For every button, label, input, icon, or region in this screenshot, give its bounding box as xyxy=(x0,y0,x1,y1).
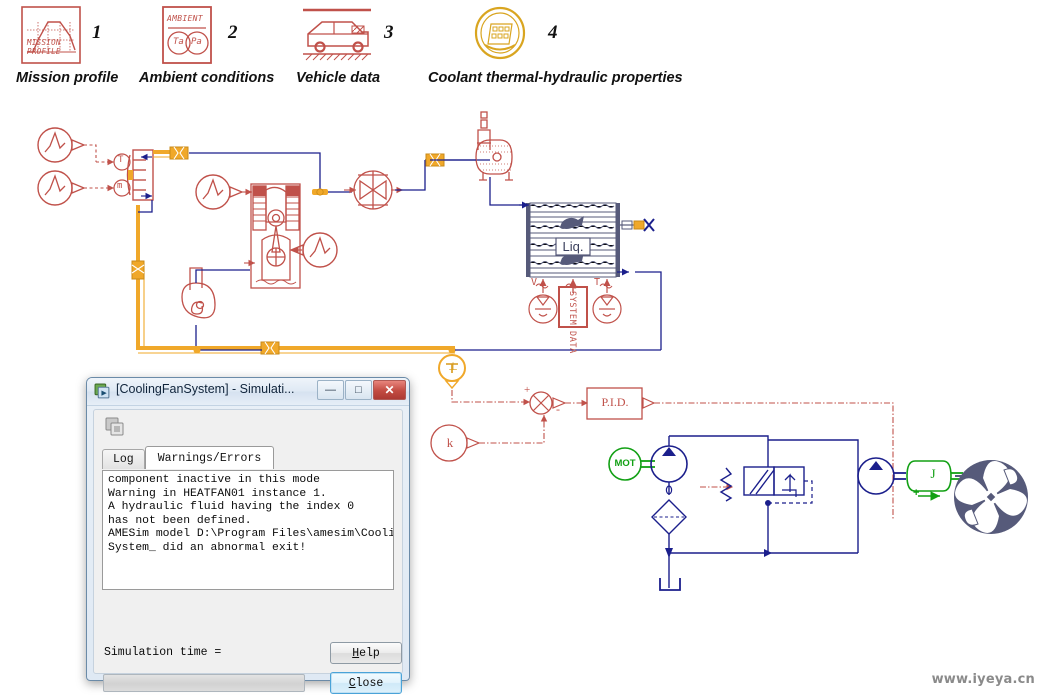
cooling-fan-icon xyxy=(954,460,1028,534)
air-temperature-label: T xyxy=(594,277,601,288)
coolant-properties-icon xyxy=(474,6,526,60)
coolant-pipe-bottom xyxy=(138,346,455,354)
sum-minus-label: - xyxy=(556,402,560,416)
pipe-fitting-bottom xyxy=(260,341,280,355)
port-temperature-label: T xyxy=(118,155,124,165)
electric-motor-label: MOT xyxy=(614,458,636,469)
window-controls[interactable]: — □ ✕ xyxy=(317,380,406,400)
help-button-accel: H xyxy=(352,646,360,660)
signal-source-engine-2 xyxy=(289,232,338,268)
hydraulic-tank-icon xyxy=(659,553,681,591)
help-button-suffix: elp xyxy=(359,646,380,660)
inertia-label: J xyxy=(930,466,936,481)
system-data-line2: DATA xyxy=(567,331,577,354)
port-massflow-label: m xyxy=(117,181,123,191)
legend-number-1: 1 xyxy=(92,22,102,43)
legend-label-1: Mission profile xyxy=(16,70,119,86)
amesim-app-icon xyxy=(94,383,110,399)
log-output-box[interactable]: component inactive in this mode Warning … xyxy=(102,470,394,590)
amesim-sketch-canvas[interactable]: 1 Mission profile 2 Ambient conditions 3… xyxy=(0,0,1045,695)
system-data-label: SYSTEM DATA xyxy=(566,291,577,354)
log-output-text: component inactive in this mode Warning … xyxy=(108,474,393,554)
engine-block-icon xyxy=(250,183,301,289)
mission-profile-icon-text: MISSION PROFILE xyxy=(27,38,61,56)
close-button[interactable]: Close xyxy=(330,672,402,694)
pipe-fitting-left xyxy=(131,260,145,280)
air-velocity-label: V xyxy=(531,277,538,288)
close-button-suffix: lose xyxy=(355,676,384,690)
tab-warnings-errors[interactable]: Warnings/Errors xyxy=(144,446,275,469)
pipe-node-engine xyxy=(312,188,328,196)
gain-label: k xyxy=(446,435,454,450)
legend-label-2: Ambient conditions xyxy=(139,70,275,86)
tab-log[interactable]: Log xyxy=(102,449,145,469)
radiator-liquid-label: Liq. xyxy=(562,239,584,254)
dialog-title-text: [CoolingFanSystem] - Simulati... xyxy=(116,382,295,396)
pipe-fitting-top xyxy=(169,146,189,160)
signal-source-temperature xyxy=(37,127,114,166)
ambient-icon-ta: Ta xyxy=(173,37,184,47)
hydraulic-motor-icon xyxy=(857,457,906,495)
signal-source-engine xyxy=(195,174,252,210)
water-pump-icon xyxy=(181,267,216,319)
expansion-tank-icon xyxy=(475,111,513,181)
ground-node-label: ⊥ xyxy=(448,360,458,373)
legend-number-2: 2 xyxy=(228,22,238,43)
hydraulic-pump-icon xyxy=(650,436,688,495)
watermark: www.iyeya.cn xyxy=(931,672,1035,687)
proportional-relief-valve-icon xyxy=(719,440,813,553)
vehicle-data-icon xyxy=(303,8,371,61)
ambient-icon-title: AMBIENT xyxy=(167,14,203,23)
legend-label-3: Vehicle data xyxy=(296,70,381,86)
signal-source-massflow xyxy=(37,170,114,206)
close-window-button[interactable]: ✕ xyxy=(373,380,406,400)
thermostat-valve-icon xyxy=(353,170,393,210)
simulation-progress-bar xyxy=(103,674,305,692)
legend-number-4: 4 xyxy=(548,22,558,43)
legend-label-4: Coolant thermal-hydraulic properties xyxy=(428,70,683,86)
sum-plus-label: + xyxy=(524,384,531,396)
run-simulation-icon[interactable] xyxy=(104,416,126,438)
air-outlet-icon xyxy=(620,218,655,232)
hydraulic-filter-icon xyxy=(651,499,687,553)
mission-icon-line1: MISSION xyxy=(27,38,61,47)
simulation-status-dialog[interactable]: [CoolingFanSystem] - Simulati... — □ ✕ L… xyxy=(86,377,410,694)
mission-icon-line2: PROFILE xyxy=(27,47,61,56)
dialog-title-bar[interactable]: [CoolingFanSystem] - Simulati... — □ ✕ xyxy=(87,378,409,406)
pid-label: P.I.D. xyxy=(601,395,629,409)
dialog-body: Log Warnings/Errors component inactive i… xyxy=(93,409,403,694)
dialog-tabs[interactable]: Log Warnings/Errors xyxy=(102,446,275,469)
minimize-button[interactable]: — xyxy=(317,380,344,400)
inertia-plus-label: + xyxy=(913,487,920,499)
help-button[interactable]: Help xyxy=(330,642,402,664)
system-data-line1: SYSTEM xyxy=(567,291,577,326)
simulation-time-label: Simulation time = xyxy=(104,646,222,659)
close-button-accel: C xyxy=(348,676,356,690)
ambient-icon-pa: Pa xyxy=(191,37,202,47)
maximize-button[interactable]: □ xyxy=(345,380,372,400)
coolant-pipe-top xyxy=(153,150,172,158)
legend-number-3: 3 xyxy=(384,22,394,43)
